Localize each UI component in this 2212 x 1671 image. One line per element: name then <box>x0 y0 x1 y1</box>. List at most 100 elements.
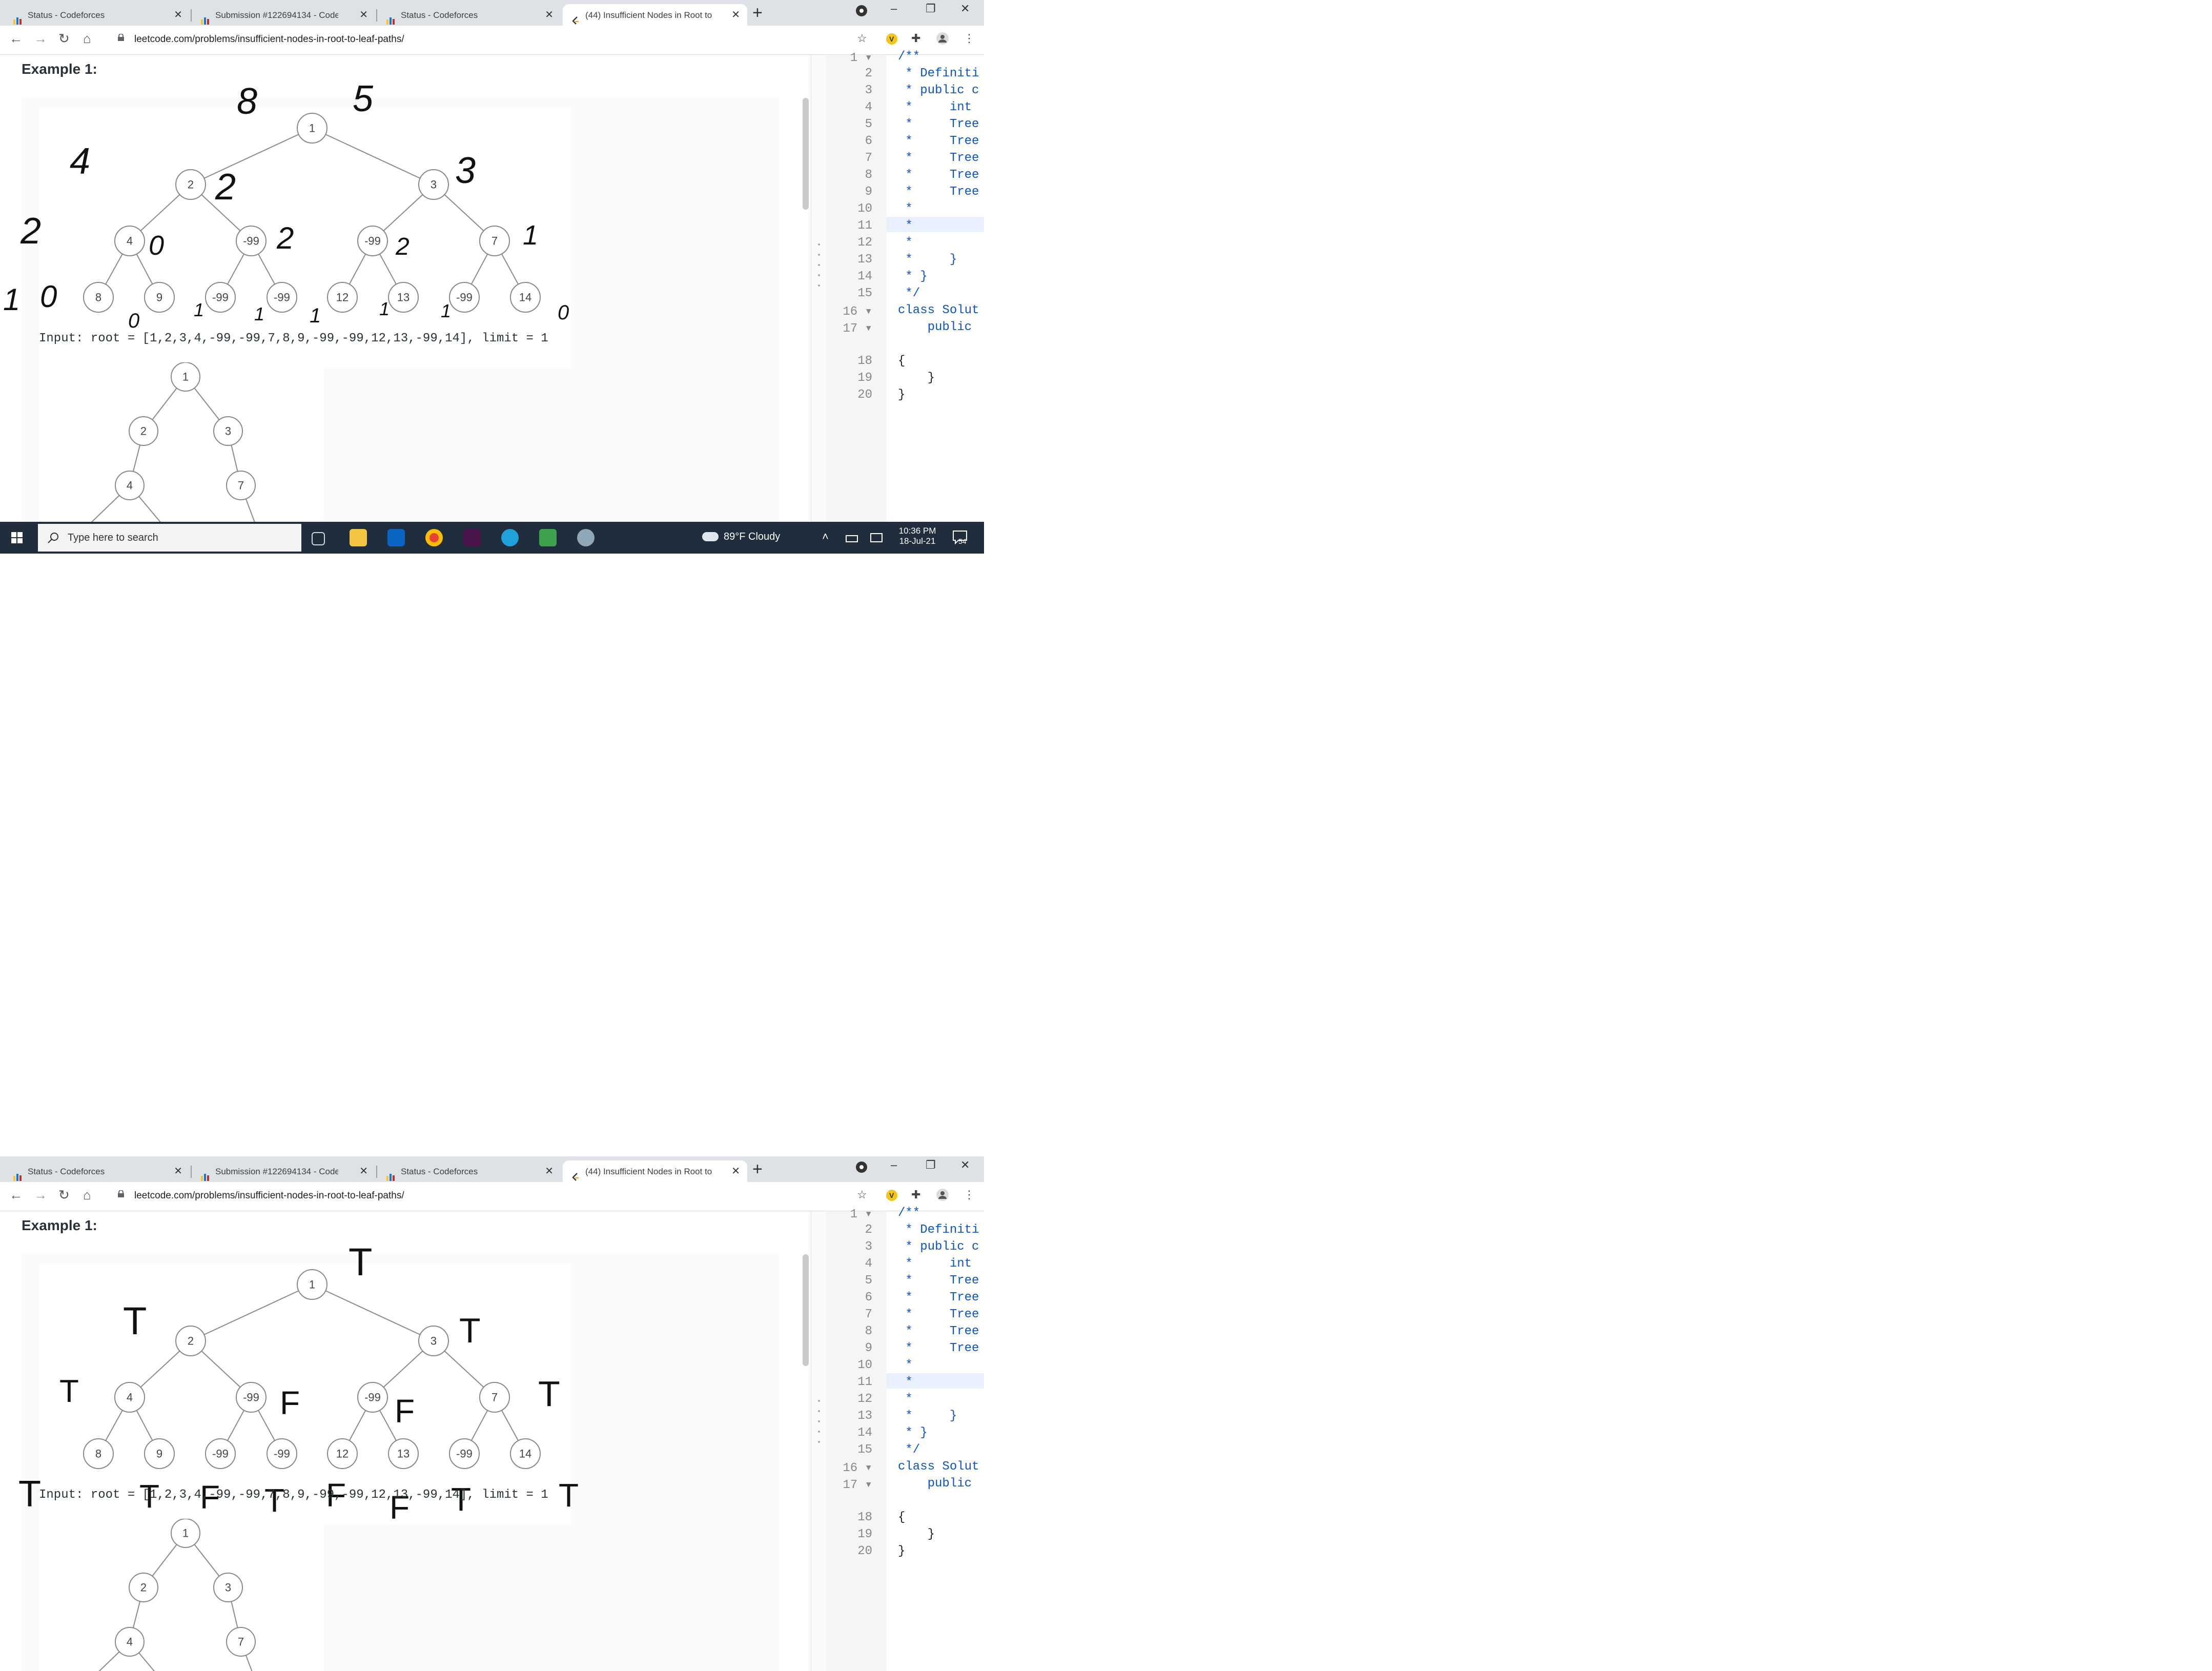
tab-1[interactable]: Status - Codeforces ✕ <box>5 4 190 26</box>
line-number: 4 <box>865 1257 872 1271</box>
codeforces-icon <box>386 1168 396 1181</box>
tab-4-active[interactable]: (44) Insufficient Nodes in Root to Leaf … <box>563 4 747 26</box>
taskbar-search[interactable]: Type here to search <box>38 524 301 552</box>
chrome-icon[interactable] <box>425 529 443 546</box>
menu-kebab-icon[interactable]: ⋮ <box>964 1188 975 1201</box>
network-icon[interactable] <box>870 533 883 542</box>
url-field[interactable]: leetcode.com/problems/insufficient-nodes… <box>109 1186 877 1207</box>
tree-node-label: -99 <box>243 1391 259 1404</box>
left-scrollbar[interactable] <box>803 1254 809 1366</box>
tab-4-active[interactable]: (44) Insufficient Nodes in Root to Leaf … <box>563 1160 747 1182</box>
home-icon[interactable]: ⌂ <box>83 1187 91 1203</box>
tree-node-label: 7 <box>238 1636 244 1648</box>
restore-button[interactable]: ❐ <box>926 2 936 15</box>
code-editor[interactable]: 1 ▾ 2 3 4 5 6 7 8 9 10 11 12 13 14 15 16 … <box>826 50 984 522</box>
close-tab-icon[interactable]: ✕ <box>174 4 182 26</box>
back-icon[interactable]: ← <box>9 1187 23 1203</box>
forward-icon[interactable]: → <box>34 1187 47 1203</box>
new-tab-button[interactable]: + <box>752 3 763 23</box>
drag-handle-icon[interactable] <box>811 239 827 301</box>
code-line: } <box>898 371 935 385</box>
chrome-extension-icon[interactable] <box>855 1160 868 1177</box>
pane-splitter[interactable] <box>811 1211 827 1671</box>
close-tab-icon[interactable]: ✕ <box>731 4 740 26</box>
weather-text[interactable]: 89°F Cloudy <box>724 531 780 543</box>
extension-v-icon[interactable]: V <box>886 1189 898 1205</box>
drag-handle-icon[interactable] <box>811 1396 827 1457</box>
minimize-button[interactable]: – <box>891 2 897 15</box>
bookmark-star-icon[interactable]: ☆ <box>857 1188 867 1201</box>
close-window-button[interactable]: ✕ <box>960 1158 970 1172</box>
restore-button[interactable]: ❐ <box>926 1158 936 1172</box>
tree-node-label: 7 <box>491 1391 498 1404</box>
menu-kebab-icon[interactable]: ⋮ <box>964 32 975 45</box>
tree-nodes: 1 2 3 4 7 <box>115 362 256 500</box>
annotation: 0 <box>149 230 164 261</box>
close-tab-icon[interactable]: ✕ <box>359 1160 368 1182</box>
line-number: 5 <box>865 1274 872 1288</box>
file-explorer-icon[interactable] <box>350 529 367 546</box>
codeforces-icon <box>386 11 396 25</box>
search-placeholder: Type here to search <box>68 532 158 543</box>
close-tab-icon[interactable]: ✕ <box>545 4 554 26</box>
line-number: 6 <box>865 1291 872 1305</box>
code-line: */ <box>898 287 920 300</box>
annotation: 0 <box>558 301 569 324</box>
line-number: 1 ▾ <box>850 51 872 65</box>
slack-icon[interactable] <box>463 529 481 546</box>
tree-node-label: 4 <box>127 1391 133 1404</box>
tab-1[interactable]: Status - Codeforces ✕ <box>5 1160 190 1182</box>
tree-node-label: 8 <box>95 1448 101 1460</box>
pane-splitter[interactable] <box>811 55 827 522</box>
tab-3[interactable]: Status - Codeforces ✕ <box>378 4 561 26</box>
codeforces-icon <box>13 1168 23 1181</box>
close-tab-icon[interactable]: ✕ <box>731 1160 740 1182</box>
mark: T <box>538 1374 560 1414</box>
close-tab-icon[interactable]: ✕ <box>359 4 368 26</box>
windows-start-icon[interactable] <box>11 532 23 546</box>
profile-icon[interactable] <box>936 32 949 48</box>
battery-icon[interactable] <box>846 535 858 542</box>
edge-icon[interactable] <box>501 529 519 546</box>
tree-node-label: 13 <box>397 1448 409 1460</box>
forward-icon[interactable]: → <box>34 31 47 47</box>
notepad-icon[interactable] <box>539 529 557 546</box>
code-line: * <box>898 1358 913 1372</box>
extensions-puzzle-icon[interactable]: ✚ <box>911 1188 920 1201</box>
back-icon[interactable]: ← <box>9 31 23 47</box>
left-scrollbar[interactable] <box>803 98 809 210</box>
app-icon[interactable] <box>577 529 595 546</box>
task-view-icon[interactable] <box>312 532 325 545</box>
codeforces-icon <box>201 1168 210 1181</box>
page-content: Example 1: 1 2 3 4 -99 -99 7 8 9 -99 -99 12 13 -99 14 … <box>0 1206 984 1671</box>
tab-separator <box>191 1166 192 1178</box>
extensions-puzzle-icon[interactable]: ✚ <box>911 32 920 45</box>
new-tab-button[interactable]: + <box>752 1159 763 1179</box>
outlook-icon[interactable] <box>387 529 405 546</box>
close-tab-icon[interactable]: ✕ <box>545 1160 554 1182</box>
clock[interactable]: 10:36 PM 18-Jul-21 <box>897 526 938 546</box>
minimize-button[interactable]: – <box>891 1158 897 1172</box>
home-icon[interactable]: ⌂ <box>83 31 91 47</box>
url-field[interactable]: leetcode.com/problems/insufficient-nodes… <box>109 30 877 50</box>
tree-node-label: 9 <box>156 291 162 304</box>
code-line: { <box>898 1511 906 1524</box>
code-line: * } <box>898 270 928 283</box>
reload-icon[interactable]: ↻ <box>58 31 70 47</box>
reload-icon[interactable]: ↻ <box>58 1187 70 1203</box>
bookmark-star-icon[interactable]: ☆ <box>857 32 867 45</box>
profile-icon[interactable] <box>936 1188 949 1205</box>
tree-node-label: 4 <box>127 1636 133 1648</box>
tray-chevron-icon[interactable]: ˄ <box>822 530 829 543</box>
tree-node-label: 3 <box>225 1581 231 1594</box>
notification-icon[interactable]: 54 <box>951 529 969 546</box>
tab-2[interactable]: Submission #122694134 - Codeforces✕ <box>193 1160 375 1182</box>
tab-3[interactable]: Status - Codeforces ✕ <box>378 1160 561 1182</box>
annotation: 1 <box>254 303 264 324</box>
code-editor[interactable]: 1 ▾ 2 3 4 5 6 7 8 9 10 11 12 13 14 15 16 … <box>826 1206 984 1671</box>
close-window-button[interactable]: ✕ <box>960 2 970 15</box>
extension-v-icon[interactable]: V <box>886 33 898 48</box>
close-tab-icon[interactable]: ✕ <box>174 1160 182 1182</box>
tab-2[interactable]: Submission #122694134 - Codeforces✕ <box>193 4 375 26</box>
chrome-extension-icon[interactable] <box>855 4 868 21</box>
